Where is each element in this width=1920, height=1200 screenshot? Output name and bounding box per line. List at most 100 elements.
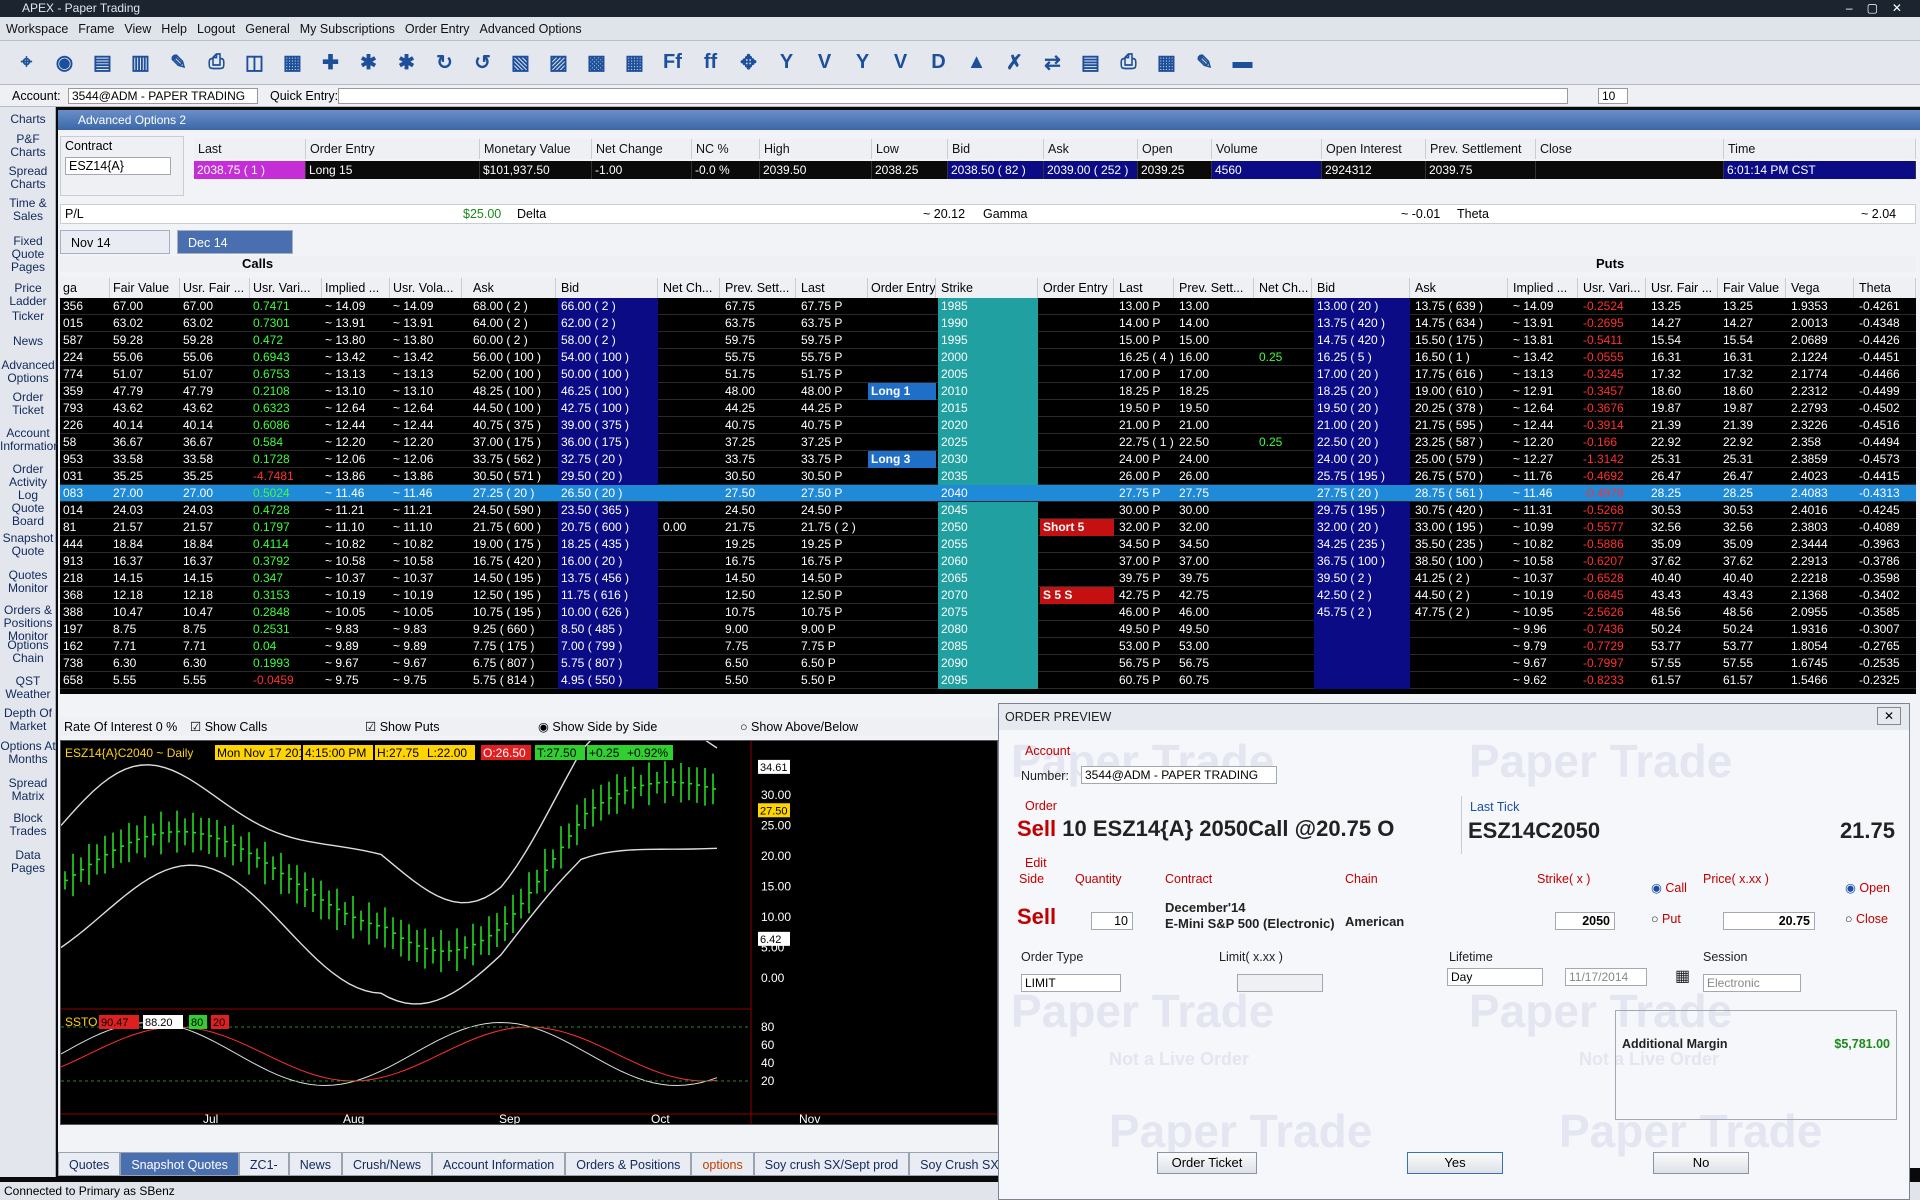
toolbar-tool-icon[interactable]: ▦ <box>276 46 309 79</box>
quantity-stepper[interactable]: 10 <box>1091 912 1133 930</box>
toolbar-tool-icon[interactable]: ⎙ <box>1112 46 1145 79</box>
toolbar-tool-icon[interactable]: ⇄ <box>1036 46 1069 79</box>
date-input[interactable]: 11/17/2014 <box>1565 968 1647 986</box>
toolbar-tool-icon[interactable]: ↻ <box>428 46 461 79</box>
chain-column-header[interactable]: Ask <box>1412 278 1508 298</box>
sidebar-item[interactable]: Price Ladder <box>0 282 56 308</box>
close-icon[interactable]: ✕ <box>1877 707 1901 725</box>
price-stepper[interactable]: 20.75 <box>1723 912 1815 930</box>
contract-input[interactable]: ESZ14{A} <box>65 157 171 175</box>
quick-entry-qty[interactable]: 10 <box>1598 88 1628 104</box>
toolbar-tool-icon[interactable]: ▥ <box>124 46 157 79</box>
sidebar-item[interactable]: Order Activity Log <box>0 463 56 502</box>
chain-column-header[interactable]: Order Entry <box>1040 278 1114 298</box>
sidebar-item[interactable]: Options At Months <box>0 740 56 766</box>
sidebar-item[interactable]: Block Trades <box>0 812 56 838</box>
chain-row[interactable]: 81 21.57 21.57 0.1797 ~ 11.10 ~ 11.10 21.75 ( … <box>60 519 1916 536</box>
window-controls[interactable]: –▢✕ <box>1846 0 1916 17</box>
toolbar-tool-icon[interactable]: ▦ <box>1150 46 1183 79</box>
sidebar-item[interactable]: Snapshot Quote <box>0 532 56 558</box>
workspace-tab[interactable]: News <box>288 1152 342 1176</box>
workspace-tab[interactable]: options <box>691 1152 754 1176</box>
workspace-tab[interactable]: ZC1- <box>238 1152 289 1176</box>
chain-row[interactable]: 015 63.02 63.02 0.7301 ~ 13.91 ~ 13.91 64.00 (… <box>60 315 1916 332</box>
strike-stepper[interactable]: 2050 <box>1555 912 1615 930</box>
toolbar-tool-icon[interactable]: ⌖ <box>10 46 43 79</box>
put-radio[interactable]: ○ Put <box>1651 912 1681 926</box>
chain-row[interactable]: 953 33.58 33.58 0.1728 ~ 12.06 ~ 12.06 33.75 (… <box>60 451 1916 468</box>
open-radio[interactable]: ◉ Open <box>1845 880 1890 895</box>
chain-row[interactable]: 031 35.25 35.25 -4.7481 ~ 13.86 ~ 13.86 30.50 … <box>60 468 1916 485</box>
chain-row[interactable]: 587 59.28 59.28 0.472 ~ 13.80 ~ 13.80 60.00 ( … <box>60 332 1916 349</box>
chain-row[interactable]: 226 40.14 40.14 0.6086 ~ 12.44 ~ 12.44 40.75 (… <box>60 417 1916 434</box>
chain-row[interactable]: 774 51.07 51.07 0.6753 ~ 13.13 ~ 13.13 52.00 (… <box>60 366 1916 383</box>
order-entry-position[interactable]: Long 1 <box>868 383 936 400</box>
workspace-tab[interactable]: Quotes <box>58 1152 121 1176</box>
above-below-radio[interactable]: ○ Show Above/Below <box>740 718 858 736</box>
sidebar-item[interactable]: Order Ticket <box>0 391 56 417</box>
chain-column-header[interactable]: Net Ch... <box>1256 278 1312 298</box>
chain-column-header[interactable]: Usr. Vari... <box>1580 278 1646 298</box>
toolbar-tool-icon[interactable]: ▤ <box>1074 46 1107 79</box>
chain-row[interactable]: 793 43.62 43.62 0.6323 ~ 12.64 ~ 12.64 44.50 (… <box>60 400 1916 417</box>
toolbar-tool-icon[interactable]: ✱ <box>352 46 385 79</box>
workspace-tab[interactable]: Soy crush SX/Sept prod <box>753 1152 910 1176</box>
chain-column-header[interactable]: Last <box>1116 278 1174 298</box>
toolbar-tool-icon[interactable]: ✎ <box>162 46 195 79</box>
tab-nov14[interactable]: Nov 14 American <box>60 230 170 274</box>
chain-column-header[interactable]: Vega <box>1788 278 1854 298</box>
chain-column-header[interactable]: ga <box>60 278 110 298</box>
chain-row[interactable]: 388 10.47 10.47 0.2848 ~ 10.05 ~ 10.05 10.75 (… <box>60 604 1916 621</box>
sidebar-item[interactable]: News <box>0 335 56 348</box>
order-entry-position[interactable]: S 5 S <box>1040 587 1114 604</box>
sidebar-item[interactable]: Spread Matrix <box>0 777 56 803</box>
workspace-tab[interactable]: Account Information <box>432 1152 566 1176</box>
chain-row[interactable]: 359 47.79 47.79 0.2108 ~ 13.10 ~ 13.10 48.25 (… <box>60 383 1916 400</box>
sidebar-item[interactable]: Advanced Options <box>0 359 56 385</box>
chain-column-header[interactable]: Implied ... <box>1510 278 1578 298</box>
menu-item[interactable]: My Subscriptions <box>300 22 395 36</box>
sidebar-item[interactable]: Options Chain <box>0 639 56 665</box>
yes-button[interactable]: Yes <box>1407 1152 1503 1174</box>
toolbar-tool-icon[interactable]: ▬ <box>1226 46 1259 79</box>
toolbar-tool-icon[interactable]: ▨ <box>542 46 575 79</box>
sidebar-item[interactable]: Quotes Monitor <box>0 569 56 595</box>
chain-column-header[interactable]: Net Ch... <box>660 278 720 298</box>
menu-item[interactable]: Help <box>161 22 187 36</box>
chain-column-header[interactable]: Prev. Sett... <box>722 278 796 298</box>
toolbar-tool-icon[interactable]: ✗ <box>998 46 1031 79</box>
toolbar-tool-icon[interactable]: Y <box>846 46 879 79</box>
calendar-icon[interactable]: ▦ <box>1675 966 1690 986</box>
chain-column-header[interactable]: Fair Value <box>110 278 180 298</box>
toolbar-tool-icon[interactable]: ✎ <box>1188 46 1221 79</box>
chain-column-header[interactable]: Usr. Vola... <box>390 278 462 298</box>
no-button[interactable]: No <box>1653 1152 1749 1174</box>
sidebar-item[interactable]: Spread Charts <box>0 165 56 191</box>
chain-row[interactable]: 356 67.00 67.00 0.7471 ~ 14.09 ~ 14.09 68.00 (… <box>60 298 1916 315</box>
menu-item[interactable]: Logout <box>197 22 235 36</box>
toolbar-tool-icon[interactable]: ✚ <box>314 46 347 79</box>
call-radio[interactable]: ◉ Call <box>1651 880 1687 895</box>
chain-row[interactable]: 368 12.18 12.18 0.3153 ~ 10.19 ~ 10.19 12.50 (… <box>60 587 1916 604</box>
chain-row[interactable]: 218 14.15 14.15 0.347 ~ 10.37 ~ 10.37 14.50 ( … <box>60 570 1916 587</box>
toolbar-tool-icon[interactable]: Y <box>770 46 803 79</box>
toolbar-tool-icon[interactable]: D <box>922 46 955 79</box>
show-puts-checkbox[interactable]: ☑ Show Puts <box>365 718 439 736</box>
toolbar-tool-icon[interactable]: ▧ <box>504 46 537 79</box>
sidebar-item[interactable]: Data Pages <box>0 849 56 875</box>
sidebar-item[interactable]: Depth Of Market <box>0 707 56 733</box>
options-chain-grid[interactable]: 356 67.00 67.00 0.7471 ~ 14.09 ~ 14.09 68.00 (… <box>60 298 1916 694</box>
chain-column-header[interactable]: Usr. Fair ... <box>1648 278 1718 298</box>
toolbar-tool-icon[interactable]: V <box>808 46 841 79</box>
toolbar-tool-icon[interactable]: ✱ <box>390 46 423 79</box>
chain-row[interactable]: 197 8.75 8.75 0.2531 ~ 9.83 ~ 9.83 9.25 ( 660 … <box>60 621 1916 638</box>
chain-column-header[interactable]: Usr. Fair ... <box>180 278 250 298</box>
order-entry-position[interactable]: Long 3 <box>868 451 936 468</box>
toolbar-tool-icon[interactable]: ff <box>694 46 727 79</box>
show-calls-checkbox[interactable]: ☑ Show Calls <box>190 718 267 736</box>
toolbar-tool-icon[interactable]: ▦ <box>618 46 651 79</box>
workspace-tab[interactable]: Orders & Positions <box>565 1152 692 1176</box>
sidebar-item[interactable]: Charts <box>0 113 56 126</box>
toolbar-tool-icon[interactable]: ⎙ <box>200 46 233 79</box>
chain-row[interactable]: 658 5.55 5.55 -0.0459 ~ 9.75 ~ 9.75 5.75 ( 814… <box>60 672 1916 689</box>
